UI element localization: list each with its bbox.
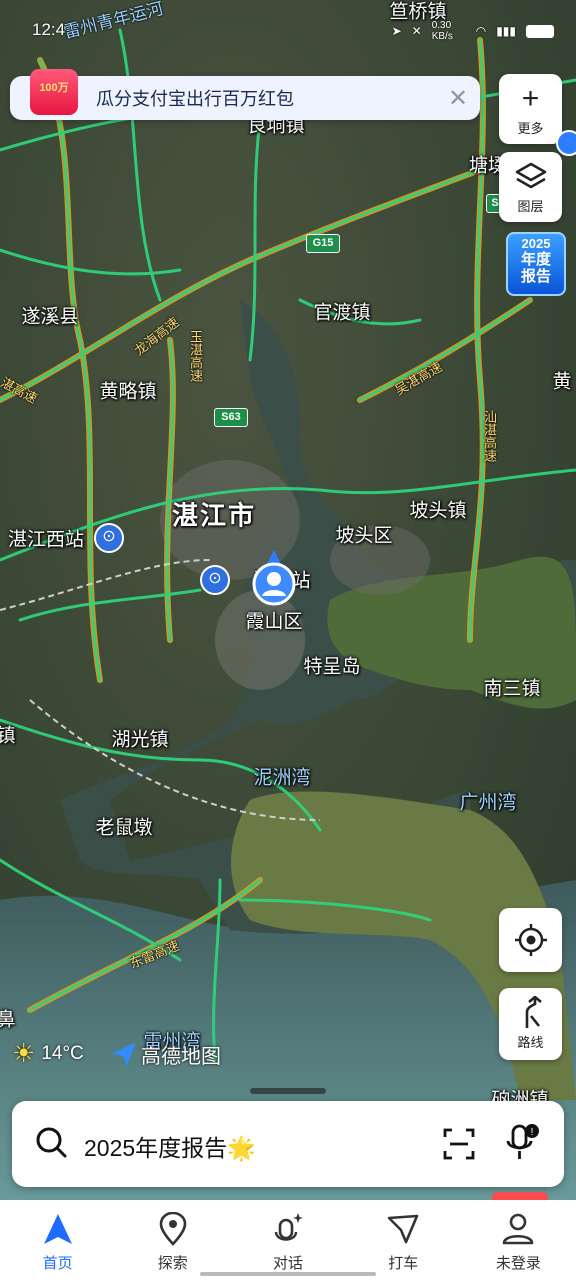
compass-icon[interactable] <box>556 130 576 156</box>
status-icons: ➤ ✕ 0.30 KB/s ◠ ▮▮▮ <box>392 20 554 42</box>
tab-profile[interactable]: 未登录 <box>461 1200 576 1280</box>
route-button[interactable]: 路线 <box>499 988 562 1060</box>
layers-label: 图层 <box>517 199 544 214</box>
location-status-icon: ➤ <box>391 24 402 38</box>
annual-report-button[interactable]: 2025 年度 报告 <box>506 232 566 296</box>
signal-icon: ▮▮▮ <box>496 24 516 38</box>
highway-shield-s63: S63 <box>214 408 248 427</box>
red-envelope-icon: 100万 <box>30 69 78 115</box>
status-time: 12:4 <box>32 20 66 39</box>
place-huanglue[interactable]: 黄略镇 <box>99 377 156 404</box>
highway-shield-g15: G15 <box>306 234 340 253</box>
layers-icon <box>515 162 546 189</box>
place-nizhou-bay[interactable]: 泥洲湾 <box>253 763 310 790</box>
route-label: 路线 <box>517 1035 544 1050</box>
mute-icon: ✕ <box>411 24 422 38</box>
navigation-arrow-icon <box>43 1214 72 1244</box>
place-zhanjiang-city[interactable]: 湛江市 <box>172 496 256 533</box>
place-potou-town[interactable]: 坡头镇 <box>409 496 466 523</box>
bottom-nav: 首页 探索 对话 打车 未登录 <box>0 1200 576 1280</box>
status-bar: 12:4 ➤ ✕ 0.30 KB/s ◠ ▮▮▮ <box>0 0 576 58</box>
svg-text:!: ! <box>531 1127 534 1138</box>
place-xiashan[interactable]: 霞山区 <box>245 607 302 634</box>
road-shanzhan: 汕湛高速 <box>482 410 497 462</box>
crosshair-icon <box>514 924 547 956</box>
search-input[interactable]: 2025年度报告🌟 <box>84 1129 256 1163</box>
place-huguang[interactable]: 湖光镇 <box>111 725 168 752</box>
place-techeng-island[interactable]: 特呈岛 <box>303 652 360 679</box>
place-huangpo[interactable]: 黄 <box>552 367 571 394</box>
tab-taxi[interactable]: 打车 <box>346 1200 461 1280</box>
place-left-edge[interactable]: 镇 <box>0 721 16 748</box>
place-guangzhou-bay[interactable]: 广州湾 <box>459 788 516 815</box>
taxi-icon <box>387 1214 419 1244</box>
network-speed: 0.30 KB/s <box>431 20 453 42</box>
more-label: 更多 <box>517 121 544 136</box>
tab-home-label: 首页 <box>42 1255 73 1272</box>
place-potou-district[interactable]: 坡头区 <box>335 521 392 548</box>
place-left-edge-2[interactable]: 鼻 <box>0 1005 16 1032</box>
weather-widget[interactable]: ☀ 14°C <box>12 1038 84 1069</box>
more-button[interactable]: + 更多 <box>499 74 562 144</box>
tab-explore[interactable]: 探索 <box>115 1200 230 1280</box>
location-pin-icon <box>159 1212 187 1246</box>
tab-taxi-label: 打车 <box>388 1255 419 1272</box>
satellite-map[interactable]: 笪桥镇 良垌镇 塘㙍 遂溪县 官渡镇 黄略镇 黄 湛江市 坡头镇 湛江西站 ⊙ … <box>0 0 576 1200</box>
search-text: 2025年度报告 <box>84 1135 228 1161</box>
amap-logo-icon <box>112 1042 136 1067</box>
current-location-marker[interactable] <box>250 548 298 610</box>
wifi-icon: ◠ <box>475 24 487 38</box>
promo-banner[interactable]: 100万 瓜分支付宝出行百万红包 ✕ <box>10 69 480 120</box>
panel-drag-handle[interactable] <box>250 1088 326 1094</box>
promo-text[interactable]: 瓜分支付宝出行百万红包 <box>96 85 436 111</box>
annual-report-text2: 报告 <box>520 268 551 285</box>
plus-icon: + <box>521 82 540 115</box>
sun-icon: ☀ <box>12 1038 36 1068</box>
star-icon: 🌟 <box>227 1135 256 1161</box>
search-bar[interactable]: 2025年度报告🌟 ! <box>12 1101 564 1187</box>
layers-button[interactable]: 图层 <box>499 152 562 222</box>
search-icon <box>36 1127 67 1158</box>
microphone-sparkle-icon <box>274 1213 303 1241</box>
tab-profile-label: 未登录 <box>495 1255 541 1272</box>
annual-report-text1: 年度 <box>520 251 551 268</box>
tab-explore-label: 探索 <box>157 1255 188 1272</box>
place-laoshudun[interactable]: 老鼠墩 <box>95 813 152 840</box>
annual-report-year: 2025 <box>521 236 551 251</box>
amap-logo: 高德地图 <box>112 1040 221 1069</box>
scan-icon[interactable] <box>442 1127 476 1161</box>
temperature: 14°C <box>41 1042 84 1064</box>
amap-logo-text: 高德地图 <box>141 1046 221 1068</box>
place-nansan[interactable]: 南三镇 <box>483 674 540 701</box>
user-icon <box>503 1213 534 1245</box>
close-icon[interactable]: ✕ <box>436 84 480 113</box>
place-suixi[interactable]: 遂溪县 <box>21 302 78 329</box>
locate-button[interactable] <box>499 908 562 972</box>
gesture-bar <box>200 1272 376 1276</box>
place-zhanjiang-west-station[interactable]: 湛江西站 <box>8 525 84 552</box>
train-station-icon[interactable]: ⊙ <box>94 523 124 553</box>
battery-icon <box>526 24 554 38</box>
tab-home[interactable]: 首页 <box>0 1200 115 1280</box>
train-station-icon[interactable]: ⊙ <box>200 565 230 595</box>
tab-chat-label: 对话 <box>273 1255 304 1272</box>
route-arrow-icon <box>525 996 542 1028</box>
tab-chat[interactable]: 对话 <box>230 1200 345 1280</box>
mic-icon[interactable]: ! <box>504 1123 540 1163</box>
place-guandu[interactable]: 官渡镇 <box>313 298 370 325</box>
road-yuzhan: 玉湛高速 <box>188 330 203 382</box>
